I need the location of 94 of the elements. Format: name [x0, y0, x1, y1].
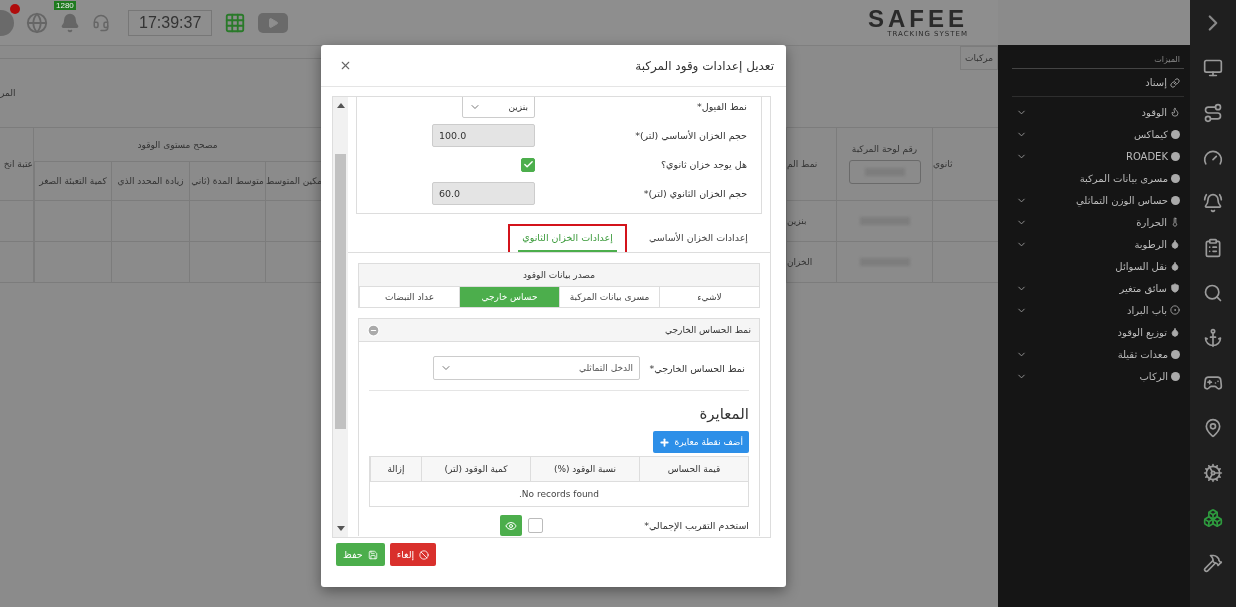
sidebar-item[interactable]: الحرارة [1136, 216, 1167, 228]
globe-icon[interactable] [26, 11, 48, 34]
section-label: المر [0, 88, 16, 98]
flame-icon [1170, 107, 1180, 117]
sidebar-item[interactable]: سائق متغير [1119, 282, 1167, 294]
droplet-icon [1170, 261, 1180, 271]
column-header: كمية التعبئة الصغر [39, 176, 107, 186]
save-icon [367, 549, 378, 560]
ban-icon [419, 549, 430, 560]
field-label: استخدم التقريب الإجمالي* [643, 520, 749, 531]
headset-icon[interactable] [92, 13, 110, 32]
sidebar-item[interactable]: الرطوبة [1134, 238, 1167, 250]
filter-select[interactable] [848, 160, 921, 184]
sidebar-item[interactable]: معدات ثقيلة [1117, 348, 1168, 360]
sidebar-link[interactable]: إسناد [1012, 69, 1184, 97]
column-header: إزالة [370, 457, 421, 481]
link-icon [1170, 77, 1180, 88]
dot-icon [1171, 371, 1180, 381]
video-button[interactable] [258, 12, 289, 33]
scrollbar[interactable] [333, 97, 348, 537]
tab[interactable]: مركبات [960, 46, 998, 70]
sidebar-item[interactable]: الوقود [1141, 106, 1167, 118]
column-header: ثانوي [933, 159, 953, 169]
dot-icon [1171, 349, 1180, 359]
thermometer-icon [1170, 217, 1180, 227]
select-field[interactable]: الدخل التماثلي [433, 356, 640, 380]
table-cell: بنزين [787, 216, 807, 226]
monitor-icon [1203, 57, 1223, 78]
sidebar-item[interactable]: ROADEK [1125, 150, 1168, 162]
sidebar-item[interactable]: كيماكس [1133, 128, 1168, 140]
column-header: نمط الم [787, 159, 818, 169]
droplet-icon [1170, 239, 1180, 249]
notification-dot [10, 3, 20, 14]
column-header: قيمة الحساس [639, 457, 748, 481]
panel-title: نمط الحساس الخارجي [665, 325, 751, 335]
apps-grid-icon[interactable] [224, 11, 247, 34]
cubes-icon [1203, 507, 1223, 528]
dot-icon [1171, 173, 1180, 183]
dot-icon [1171, 195, 1180, 205]
field-label: هل يوجد خزان ثانوي؟ [660, 159, 748, 170]
select-field[interactable]: بنزين [462, 97, 535, 118]
bell-icon [1203, 192, 1223, 213]
column-header: عتبة انخ [3, 159, 33, 169]
column-header: متوسط المدة (ثاني [191, 176, 264, 186]
dialog-title: تعديل إعدادات وقود المركبة [635, 58, 774, 73]
dot-icon [1171, 151, 1180, 161]
hammer-icon [1203, 552, 1223, 573]
close-button[interactable] [339, 59, 352, 72]
clock: 17:39:37 [128, 9, 213, 36]
bell-icon[interactable] [60, 12, 80, 33]
preview-button[interactable] [500, 515, 522, 536]
target-icon [1170, 305, 1180, 315]
eye-icon [505, 519, 517, 532]
checkbox[interactable] [521, 157, 535, 172]
checkbox[interactable] [528, 518, 543, 533]
cancel-button[interactable]: إلغاء [389, 543, 437, 566]
anchor-icon [1203, 327, 1223, 348]
clipboard-icon [1203, 237, 1223, 258]
collapse-icon[interactable] [367, 323, 380, 337]
section-heading: المعايرة [698, 405, 749, 423]
gear-icon [1203, 462, 1223, 483]
play-icon [267, 16, 280, 29]
field-label: نمط الحساس الخارجي* [648, 362, 746, 374]
field-label: حجم الخزان الثانوي (لتر)* [642, 188, 748, 199]
column-header: نسبة الوقود (%) [530, 457, 639, 481]
sidebar-item[interactable]: باب البراد [1127, 304, 1167, 316]
droplet-icon [1170, 327, 1180, 337]
map-pin-icon [1203, 417, 1223, 438]
tab[interactable]: إعدادات الخزان الأساسي [634, 224, 762, 252]
notification-badge: 1280 [54, 0, 76, 10]
dot-icon [1171, 129, 1180, 139]
logo-name: SAFEE [868, 7, 968, 30]
sidebar-item[interactable]: الركاب [1139, 370, 1168, 382]
plus-icon [659, 436, 671, 448]
field-label: نمط الفيول* [696, 101, 748, 112]
sidebar-item[interactable]: توزيع الوقود [1117, 326, 1167, 338]
column-header: رقم لوحة المركبة [851, 144, 918, 154]
column-header: زيادة المحدد الذي [117, 176, 184, 186]
empty-message: No records found. [517, 488, 601, 501]
route-icon [1203, 102, 1223, 123]
column-header: كمية الوقود (لتر) [421, 457, 530, 481]
shield-icon [1170, 283, 1180, 293]
column-header: مكين المتوسط [266, 176, 321, 186]
search-icon [1203, 282, 1223, 303]
table-cell: الخزان [787, 257, 813, 267]
sidebar-item[interactable]: مسرى بيانات المركبة [1079, 172, 1168, 184]
avatar[interactable] [0, 9, 14, 36]
field-label: حجم الخزان الأساسي (لتر)* [634, 130, 748, 141]
sidebar-item[interactable]: حساس الوزن التماثلي [1076, 194, 1168, 206]
column-group-header: مصحح مستوى الوقود [137, 139, 218, 150]
sidebar-heading: الميزات [1012, 53, 1184, 69]
panel-title: مصدر بيانات الوقود [523, 270, 595, 280]
tab[interactable]: إعدادات الخزان الثانوي [508, 224, 627, 252]
sidebar-item[interactable]: نقل السوائل [1115, 260, 1167, 272]
